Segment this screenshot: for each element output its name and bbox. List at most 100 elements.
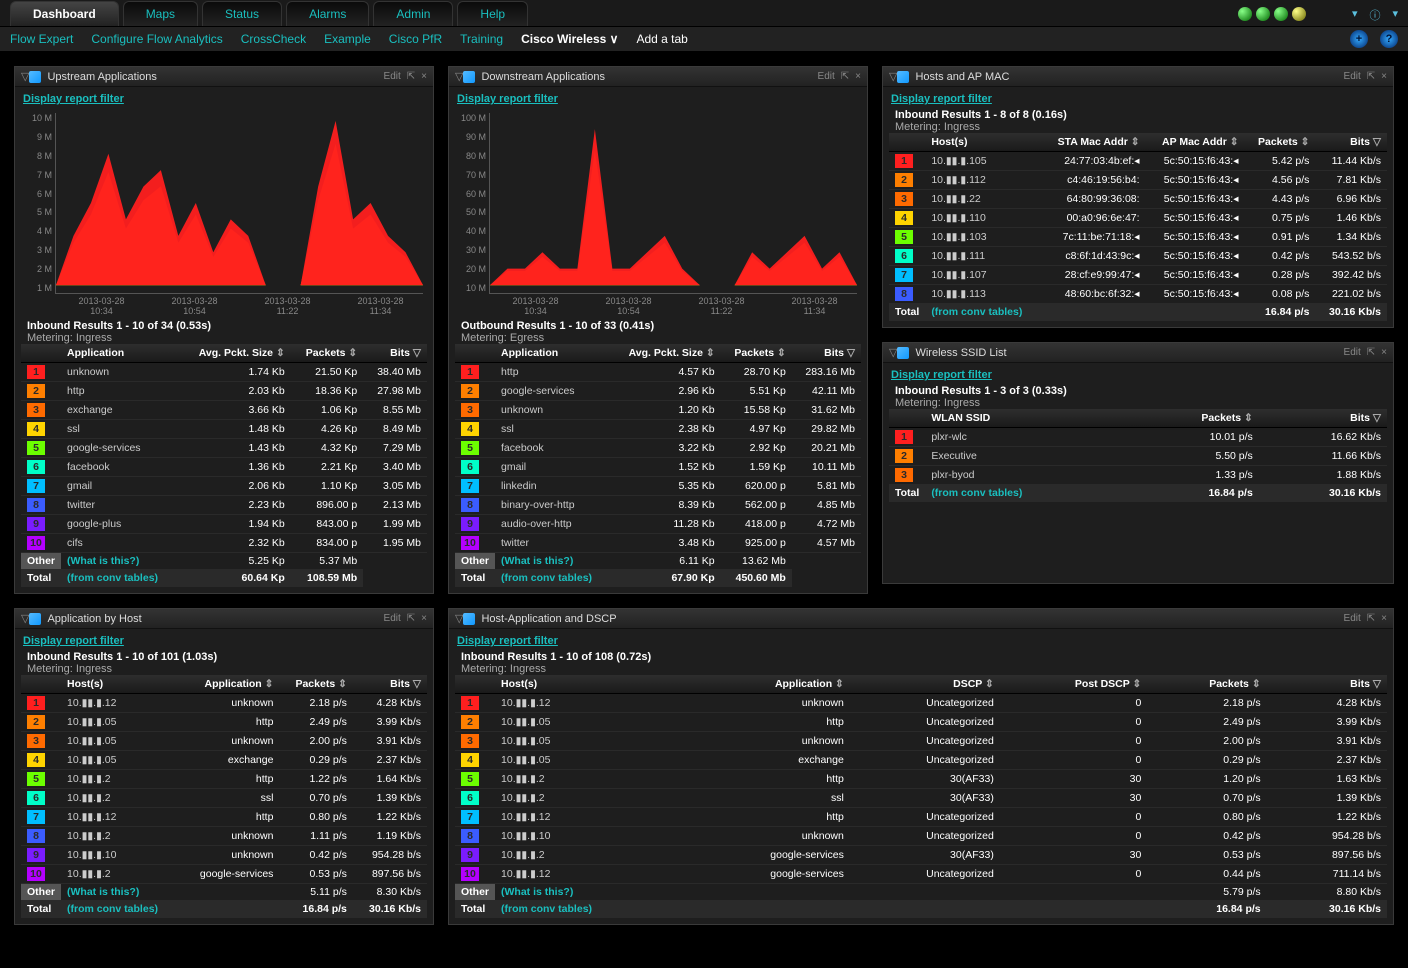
col-header[interactable]: Packets (1132, 409, 1259, 428)
chevron-down-icon[interactable]: ▽ (889, 346, 897, 359)
nav-tab-maps[interactable]: Maps (123, 1, 198, 26)
table-row[interactable]: 310.▮▮.▮.05unknownUncategorized02.00 p/s… (455, 732, 1387, 751)
table-row[interactable]: 610.▮▮.▮.111c8:6f:1d:43:9c:◂5c:50:15:f6:… (889, 247, 1387, 266)
table-row[interactable]: 1http4.57 Kb28.70 Kp283.16 Mb (455, 363, 861, 382)
table-row[interactable]: 10twitter3.48 Kb925.00 p4.57 Mb (455, 534, 861, 553)
table-row[interactable]: 3plxr-byod1.33 p/s1.88 Kb/s (889, 466, 1387, 485)
col-header[interactable]: STA Mac Addr (1041, 133, 1146, 152)
col-header[interactable]: Bits (353, 675, 427, 694)
table-row[interactable]: 710.▮▮.▮.12http0.80 p/s1.22 Kb/s (21, 808, 427, 827)
col-header[interactable]: WLAN SSID (925, 409, 1131, 428)
col-header[interactable]: Packets (1147, 675, 1266, 694)
table-row[interactable]: 1010.▮▮.▮.12google-servicesUncategorized… (455, 865, 1387, 884)
table-row[interactable]: 3exchange3.66 Kb1.06 Kp8.55 Mb (21, 401, 427, 420)
table-row[interactable]: 310.▮▮.▮.05unknown2.00 p/s3.91 Kb/s (21, 732, 427, 751)
other-row[interactable]: Other(What is this?)6.11 Kp13.62 Mb (455, 553, 861, 570)
help-button[interactable]: ? (1380, 30, 1398, 48)
table-row[interactable]: 6gmail1.52 Kb1.59 Kp10.11 Mb (455, 458, 861, 477)
col-header[interactable]: Application (180, 675, 279, 694)
edit-link[interactable]: Edit (384, 613, 401, 624)
table-row[interactable]: 510.▮▮.▮.2http1.22 p/s1.64 Kb/s (21, 770, 427, 789)
table-row[interactable]: 7linkedin5.35 Kb620.00 p5.81 Mb (455, 477, 861, 496)
table-row[interactable]: 410.▮▮.▮.05exchange0.29 p/s2.37 Kb/s (21, 751, 427, 770)
col-header[interactable]: Avg. Pckt. Size (611, 344, 721, 363)
table-row[interactable]: 4ssl2.38 Kb4.97 Kp29.82 Mb (455, 420, 861, 439)
nav-tab-alarms[interactable]: Alarms (286, 1, 369, 26)
wrench-icon[interactable]: ▾ (1352, 7, 1358, 23)
col-header[interactable]: Packets (291, 344, 363, 363)
popout-icon[interactable]: ⇱ (407, 613, 415, 624)
table-row[interactable]: 310.▮▮.▮.2264:80:99:36:08:5c:50:15:f6:43… (889, 190, 1387, 209)
table-row[interactable]: 7gmail2.06 Kb1.10 Kp3.05 Mb (21, 477, 427, 496)
toolbar-link[interactable]: Flow Expert (10, 32, 73, 46)
close-icon[interactable]: × (1381, 613, 1387, 624)
col-header[interactable]: Bits (1259, 409, 1387, 428)
table-row[interactable]: 5google-services1.43 Kb4.32 Kp7.29 Mb (21, 439, 427, 458)
table-row[interactable]: 910.▮▮.▮.10unknown0.42 p/s954.28 b/s (21, 846, 427, 865)
col-header[interactable]: Bits (1267, 675, 1387, 694)
display-filter-link[interactable]: Display report filter (21, 93, 124, 109)
col-header[interactable]: AP Mac Addr (1146, 133, 1245, 152)
close-icon[interactable]: × (855, 71, 861, 82)
col-header[interactable]: Bits (1315, 133, 1387, 152)
col-header[interactable]: Application (495, 344, 611, 363)
table-row[interactable]: 510.▮▮.▮.1037c:11:be:71:18:◂5c:50:15:f6:… (889, 228, 1387, 247)
col-header[interactable]: Host(s) (925, 133, 1040, 152)
close-icon[interactable]: × (1381, 71, 1387, 82)
add-tab-link[interactable]: Add a tab (636, 32, 687, 46)
col-header[interactable]: Packets (1245, 133, 1316, 152)
toolbar-link[interactable]: CrossCheck (241, 32, 306, 46)
table-row[interactable]: 810.▮▮.▮.2unknown1.11 p/s1.19 Kb/s (21, 827, 427, 846)
display-filter-link[interactable]: Display report filter (889, 93, 992, 109)
chevron-down-icon[interactable]: ▽ (455, 70, 463, 83)
table-row[interactable]: 5facebook3.22 Kb2.92 Kp20.21 Mb (455, 439, 861, 458)
col-header[interactable]: Application (689, 675, 850, 694)
table-row[interactable]: 110.▮▮.▮.10524:77:03:4b:ef:◂5c:50:15:f6:… (889, 152, 1387, 171)
table-row[interactable]: 710.▮▮.▮.10728:cf:e9:99:47:◂5c:50:15:f6:… (889, 266, 1387, 285)
table-row[interactable]: 810.▮▮.▮.11348:60:bc:6f:32:◂5c:50:15:f6:… (889, 285, 1387, 304)
table-row[interactable]: 810.▮▮.▮.10unknownUncategorized00.42 p/s… (455, 827, 1387, 846)
col-header[interactable]: Packets (721, 344, 792, 363)
chevron-down-icon[interactable]: ▽ (455, 612, 463, 625)
table-row[interactable]: 1plxr-wlc10.01 p/s16.62 Kb/s (889, 428, 1387, 447)
toolbar-link[interactable]: Configure Flow Analytics (91, 32, 222, 46)
table-row[interactable]: 410.▮▮.▮.11000:a0:96:6e:47:5c:50:15:f6:4… (889, 209, 1387, 228)
other-row[interactable]: Other(What is this?)5.11 p/s8.30 Kb/s (21, 884, 427, 901)
display-filter-link[interactable]: Display report filter (21, 635, 124, 651)
popout-icon[interactable]: ⇱ (1367, 347, 1375, 358)
chevron-down-icon[interactable]: ▽ (21, 612, 29, 625)
table-row[interactable]: 110.▮▮.▮.12unknown2.18 p/s4.28 Kb/s (21, 694, 427, 713)
nav-tab-help[interactable]: Help (457, 1, 528, 26)
edit-link[interactable]: Edit (1344, 71, 1361, 82)
display-filter-link[interactable]: Display report filter (889, 369, 992, 385)
chevron-down-icon[interactable]: ▽ (21, 70, 29, 83)
table-row[interactable]: 9audio-over-http11.28 Kb418.00 p4.72 Mb (455, 515, 861, 534)
table-row[interactable]: 2google-services2.96 Kb5.51 Kp42.11 Mb (455, 382, 861, 401)
info-icon[interactable]: ⓘ (1369, 7, 1380, 23)
toolbar-link[interactable]: Cisco Wireless ∨ (521, 32, 618, 46)
edit-link[interactable]: Edit (1344, 613, 1361, 624)
table-row[interactable]: 610.▮▮.▮.2ssl30(AF33)300.70 p/s1.39 Kb/s (455, 789, 1387, 808)
other-row[interactable]: Other(What is this?)5.79 p/s8.80 Kb/s (455, 884, 1387, 901)
close-icon[interactable]: × (421, 71, 427, 82)
edit-link[interactable]: Edit (818, 71, 835, 82)
col-header[interactable]: Bits (792, 344, 861, 363)
col-header[interactable]: DSCP (850, 675, 1000, 694)
col-header[interactable]: Host(s) (495, 675, 689, 694)
table-row[interactable]: 3unknown1.20 Kb15.58 Kp31.62 Mb (455, 401, 861, 420)
table-row[interactable]: 1unknown1.74 Kb21.50 Kp38.40 Mb (21, 363, 427, 382)
col-header[interactable]: Application (61, 344, 179, 363)
table-row[interactable]: 610.▮▮.▮.2ssl0.70 p/s1.39 Kb/s (21, 789, 427, 808)
table-row[interactable]: 410.▮▮.▮.05exchangeUncategorized00.29 p/… (455, 751, 1387, 770)
nav-tab-dashboard[interactable]: Dashboard (10, 1, 119, 26)
table-row[interactable]: 910.▮▮.▮.2google-services30(AF33)300.53 … (455, 846, 1387, 865)
toolbar-link[interactable]: Training (460, 32, 503, 46)
close-icon[interactable]: × (1381, 347, 1387, 358)
nav-tab-status[interactable]: Status (202, 1, 282, 26)
table-row[interactable]: 8binary-over-http8.39 Kb562.00 p4.85 Mb (455, 496, 861, 515)
table-row[interactable]: 9google-plus1.94 Kb843.00 p1.99 Mb (21, 515, 427, 534)
popout-icon[interactable]: ⇱ (407, 71, 415, 82)
nav-tab-admin[interactable]: Admin (373, 1, 453, 26)
display-filter-link[interactable]: Display report filter (455, 635, 558, 651)
table-row[interactable]: 4ssl1.48 Kb4.26 Kp8.49 Mb (21, 420, 427, 439)
